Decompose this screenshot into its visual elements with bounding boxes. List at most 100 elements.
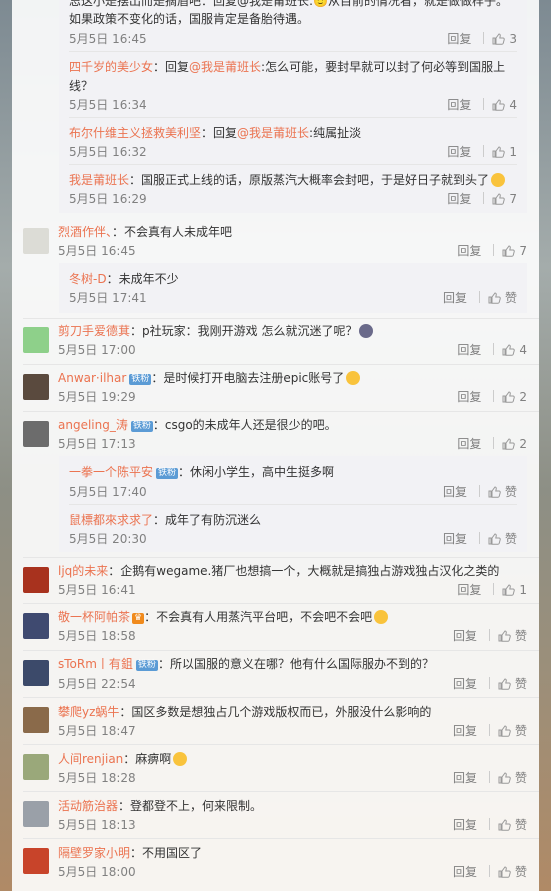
comment-username[interactable]: angeling_涛 [58, 418, 128, 432]
reply-button[interactable]: 回复 [457, 244, 481, 258]
like-button[interactable]: 4 [502, 343, 527, 357]
comment-text: ：麻痹啊 [123, 752, 172, 766]
reply-button[interactable]: 回复 [453, 629, 477, 643]
divider [23, 791, 539, 792]
thumb-up-icon [488, 533, 501, 545]
emoji-icon [491, 173, 506, 187]
comment-time: 5月5日 18:47 [58, 724, 136, 738]
comment-username[interactable]: Anwar·ilhar [58, 371, 126, 385]
reply-username[interactable]: 冬树-D [69, 272, 107, 286]
reply-username[interactable]: 我是莆班长 [69, 173, 129, 187]
like-button[interactable]: 赞 [498, 724, 527, 738]
like-button[interactable]: 赞 [498, 818, 527, 832]
like-button[interactable]: 3 [492, 32, 517, 46]
thumb-up-icon [498, 866, 511, 878]
reply-button[interactable]: 回复 [457, 437, 481, 451]
like-button[interactable]: 1 [502, 583, 527, 597]
avatar[interactable] [23, 754, 49, 780]
reply-button[interactable]: 回复 [447, 192, 471, 206]
divider [23, 318, 539, 319]
avatar[interactable] [23, 707, 49, 733]
divider [69, 504, 517, 505]
like-button[interactable]: 7 [492, 192, 517, 206]
comment-time: 5月5日 17:13 [58, 437, 136, 451]
comment-text: ：csgo的未成年人还是很少的吧。 [152, 418, 337, 432]
comment-time: 5月5日 18:58 [58, 629, 136, 643]
comment-username[interactable]: 攀爬yz蜗牛 [58, 705, 119, 719]
emoji-icon [359, 324, 374, 338]
thumb-up-icon [492, 193, 506, 205]
avatar[interactable] [23, 848, 49, 874]
comment-username[interactable]: 剪刀手爱德萁 [58, 324, 130, 338]
reply-text-partial: 忌这小是摆出而是摘眉吧：回复@我是莆班长:🙂从目前的情况看，就是做做样子。 [69, 0, 508, 8]
reply-button[interactable]: 回复 [453, 865, 477, 879]
comment-username[interactable]: 敬一杯阿帕茶 [58, 610, 130, 624]
avatar[interactable] [23, 421, 49, 447]
reply-button[interactable]: 回复 [447, 32, 471, 46]
reply-button[interactable]: 回复 [453, 771, 477, 785]
like-button[interactable]: 赞 [498, 677, 527, 691]
avatar[interactable] [23, 228, 49, 254]
reply-button[interactable]: 回复 [443, 291, 467, 305]
comment-username[interactable]: sToRm丨有鉏 [58, 657, 133, 671]
reply-time: 5月5日 16:45 [69, 32, 147, 46]
reply-line: 四千岁的美少女：回复@我是莆班长:怎么可能，要封早就可以封了何必等到国服上 [69, 58, 505, 76]
reply-text: ：国服正式上线的话，原版蒸汽大概率会封吧，于是好日子就到头了 [129, 173, 490, 187]
like-button[interactable]: 7 [502, 244, 527, 258]
avatar[interactable] [23, 374, 49, 400]
avatar[interactable] [23, 613, 49, 639]
reply-button[interactable]: 回复 [443, 485, 467, 499]
comment-username[interactable]: 活动筋治器 [58, 799, 118, 813]
reply-time: 5月5日 16:32 [69, 145, 147, 159]
thumb-up-icon [498, 678, 511, 690]
reply-button[interactable]: 回复 [457, 583, 481, 597]
reply-text-cont: 线？ [69, 79, 94, 93]
like-button[interactable]: 2 [502, 437, 527, 451]
comment-text: ：不用国区了 [130, 846, 203, 860]
like-button[interactable]: 赞 [488, 532, 517, 546]
like-button[interactable]: 赞 [488, 485, 517, 499]
reply-button[interactable]: 回复 [447, 145, 471, 159]
avatar[interactable] [23, 660, 49, 686]
comment-line: sToRm丨有鉏 铁粉 ：所以国服的意义在哪？他有什么国际服办不到的？ [58, 655, 434, 673]
like-button[interactable]: 赞 [488, 291, 517, 305]
reply-username[interactable]: 一拳一个陈平安 [69, 465, 153, 479]
thumb-up-icon [498, 819, 511, 831]
thumb-up-icon [502, 391, 516, 403]
comment-time: 5月5日 16:45 [58, 244, 136, 258]
reply-button[interactable]: 回复 [453, 818, 477, 832]
reply-line: 布尔什维主义拯救美利坚：回复@我是莆班长:纯属扯淡 [69, 124, 361, 142]
reply-line: 我是莆班长：国服正式上线的话，原版蒸汽大概率会封吧，于是好日子就到头了 [69, 171, 506, 189]
avatar[interactable] [23, 801, 49, 827]
like-button[interactable]: 赞 [498, 771, 527, 785]
divider [23, 603, 539, 604]
divider [69, 117, 517, 118]
comment-time: 5月5日 19:29 [58, 390, 136, 404]
reply-button[interactable]: 回复 [457, 390, 481, 404]
reply-username[interactable]: 布尔什维主义拯救美利坚 [69, 126, 201, 140]
reply-button[interactable]: 回复 [453, 677, 477, 691]
avatar[interactable] [23, 567, 49, 593]
like-button[interactable]: 赞 [498, 629, 527, 643]
like-button[interactable]: 1 [492, 145, 517, 159]
comment-username[interactable]: ljq的未来 [58, 564, 108, 578]
comment-username[interactable]: 人间renjian [58, 752, 123, 766]
comment-time: 5月5日 16:41 [58, 583, 136, 597]
reply-line: 一拳一个陈平安 铁粉 ：休闲小学生，高中生挺多啊 [69, 463, 334, 481]
like-button[interactable]: 赞 [498, 865, 527, 879]
reply-button[interactable]: 回复 [443, 532, 467, 546]
like-button[interactable]: 4 [492, 98, 517, 112]
avatar[interactable] [23, 327, 49, 353]
comment-text: ：不会真有人未成年吧 [112, 225, 233, 239]
like-button[interactable]: 2 [502, 390, 527, 404]
reply-username[interactable]: 四千岁的美少女 [69, 60, 153, 74]
comment-time: 5月5日 18:00 [58, 865, 136, 879]
comment-username[interactable]: 烈酒作伴、 [58, 225, 112, 239]
reply-button[interactable]: 回复 [457, 343, 481, 357]
thumb-up-icon [492, 33, 506, 45]
comment-username[interactable]: 隔壁罗家小明 [58, 846, 130, 860]
reply-username[interactable]: 鼠標都來求求了 [69, 513, 153, 527]
reply-button[interactable]: 回复 [447, 98, 471, 112]
reply-button[interactable]: 回复 [453, 724, 477, 738]
reply-text: ：休闲小学生，高中生挺多啊 [178, 465, 335, 479]
